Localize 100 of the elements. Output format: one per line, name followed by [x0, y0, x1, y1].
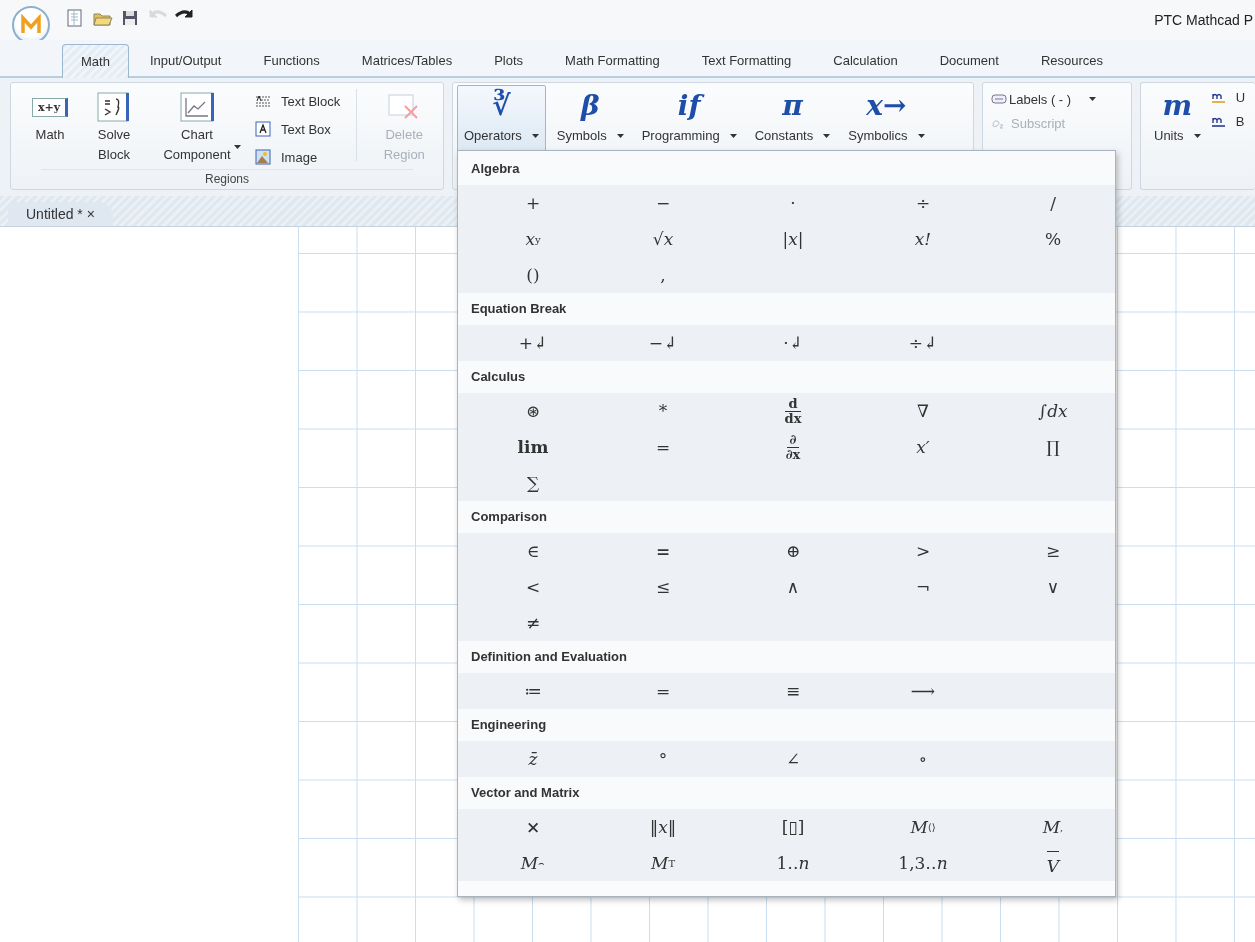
operator-item[interactable]: () — [468, 257, 598, 293]
image-button[interactable]: Image — [255, 145, 341, 169]
window-title: PTC Mathcad P — [1154, 12, 1253, 28]
operator-item[interactable]: ≔ — [468, 673, 598, 709]
operator-item[interactable]: · — [728, 185, 858, 221]
palette-button[interactable]: if Programming — [634, 85, 744, 153]
new-document-icon — [65, 9, 85, 27]
operator-item[interactable]: + — [468, 185, 598, 221]
ribbon-tab[interactable]: Math — [62, 44, 129, 78]
text-box-button[interactable]: Text Box — [255, 117, 341, 141]
section-heading: Vector and Matrix — [458, 777, 1115, 809]
ribbon-tab[interactable]: Resources — [1019, 44, 1125, 76]
operator-item[interactable]: ≤ — [598, 569, 728, 605]
operator-item[interactable]: −↲ — [598, 325, 728, 361]
caret-icon — [616, 133, 624, 138]
operator-item[interactable]: = — [598, 533, 728, 569]
operator-item[interactable]: > — [858, 533, 988, 569]
operator-item[interactable]: ⊕ — [728, 533, 858, 569]
operator-item[interactable]: x! — [858, 221, 988, 257]
operator-item[interactable]: x′ — [858, 429, 988, 465]
operator-item[interactable]: ÷↲ — [858, 325, 988, 361]
palette-button[interactable]: β Symbols — [549, 85, 631, 153]
operator-item[interactable]: M$^{⟨⟩}$ — [858, 809, 988, 845]
operator-item[interactable]: = — [598, 673, 728, 709]
ribbon-tab[interactable]: Matrices/Tables — [340, 44, 474, 76]
subscript-icon — [991, 117, 1005, 129]
caret-icon — [1089, 97, 1097, 101]
caret-icon — [1193, 133, 1201, 138]
line-chart-icon — [179, 92, 215, 122]
vector-item[interactable]: V — [988, 845, 1118, 881]
operator-item[interactable]: ⊛ — [468, 393, 598, 429]
operator-item[interactable]: ∨ — [988, 569, 1118, 605]
solve-block-icon — [96, 92, 132, 122]
operator-item[interactable]: M$^{⌢}$ — [468, 845, 598, 881]
operator-item[interactable]: − — [598, 185, 728, 221]
operator-item[interactable]: ÷ — [858, 185, 988, 221]
operator-item[interactable]: M$^{T}$ — [598, 845, 728, 881]
operator-item[interactable]: ‖x‖ — [598, 809, 728, 845]
operator-item[interactable]: ≥ — [988, 533, 1118, 569]
operator-item[interactable]: 1‥n — [728, 845, 858, 881]
operator-item[interactable]: = — [598, 429, 728, 465]
operator-item[interactable]: * — [598, 393, 728, 429]
text-block-button[interactable]: Text Block — [255, 89, 341, 113]
close-tab-button[interactable]: × — [86, 206, 95, 222]
unit-tool-button[interactable]: B — [1211, 109, 1245, 133]
operator-item[interactable]: / — [988, 185, 1118, 221]
math-region-button[interactable]: x+y Math — [19, 89, 81, 169]
operator-item[interactable]: ∠ — [728, 741, 858, 777]
solve-block-button[interactable]: Solve Block — [83, 89, 145, 169]
palette-button[interactable]: ∛ Operators — [457, 85, 546, 153]
labels-dropdown[interactable]: Labels ( - ) — [991, 87, 1123, 111]
section-heading: Calculus — [458, 361, 1115, 393]
operator-item[interactable]: ∑ — [468, 465, 598, 501]
section-heading: Comparison — [458, 501, 1115, 533]
palette-button[interactable]: π Constants — [747, 85, 838, 153]
operator-item[interactable]: ∧ — [728, 569, 858, 605]
section-heading: Algebra — [458, 153, 1115, 185]
group-label: Regions — [41, 169, 413, 190]
document-title: Untitled * — [26, 206, 83, 222]
operator-item[interactable]: ·↲ — [728, 325, 858, 361]
operator-item[interactable]: < — [468, 569, 598, 605]
ribbon-tab[interactable]: Plots — [473, 44, 545, 76]
operator-item[interactable]: |x| — [728, 221, 858, 257]
operator-item[interactable]: , — [598, 257, 728, 293]
operator-item[interactable]: ⟶ — [858, 673, 988, 709]
operator-item[interactable]: lim — [468, 429, 598, 465]
derivative-item[interactable]: ∂ ∂x — [728, 429, 858, 465]
ribbon-tab[interactable]: Input/Output — [128, 44, 243, 76]
label-tag-icon — [991, 93, 1007, 105]
operator-item[interactable]: × — [468, 809, 598, 845]
operator-item[interactable]: 1,3‥n — [858, 845, 988, 881]
operator-item[interactable]: ∈ — [468, 533, 598, 569]
ribbon-tab[interactable]: Functions — [242, 44, 341, 76]
operator-item[interactable]: ≡ — [728, 673, 858, 709]
palette-button[interactable]: x→ Symbolics — [841, 85, 932, 153]
operator-item[interactable]: x$^{y}$ — [468, 221, 598, 257]
operator-item[interactable]: % — [988, 221, 1118, 257]
ribbon-tab[interactable]: Math Formatting — [544, 44, 681, 76]
chart-component-button[interactable]: Chart Component — [147, 89, 247, 169]
document-tab[interactable]: Untitled * × — [8, 202, 113, 226]
unit-tool-button[interactable]: U — [1211, 85, 1245, 109]
units-button[interactable]: m Units — [1147, 85, 1208, 153]
operator-item[interactable]: z̄ — [468, 741, 598, 777]
operator-item[interactable]: √x — [598, 221, 728, 257]
operator-item[interactable]: ∇ — [858, 393, 988, 429]
redo-icon — [175, 9, 193, 19]
operator-item[interactable]: +↲ — [468, 325, 598, 361]
operator-item[interactable]: ¬ — [858, 569, 988, 605]
operator-item[interactable]: ∫dx — [988, 393, 1118, 429]
operator-item[interactable]: ≠ — [468, 605, 598, 641]
caret-icon — [823, 133, 831, 138]
operator-item[interactable]: [▯] — [728, 809, 858, 845]
operator-item[interactable]: ° — [598, 741, 728, 777]
ribbon-tab[interactable]: Document — [918, 44, 1020, 76]
ribbon-tab[interactable]: Calculation — [812, 44, 919, 76]
m-logo-icon — [20, 14, 42, 36]
ribbon-tab[interactable]: Text Formatting — [680, 44, 813, 76]
operator-item[interactable]: ∘ — [858, 741, 988, 777]
derivative-item[interactable]: d dx — [728, 393, 858, 429]
operator-item[interactable]: ∏ — [988, 429, 1118, 465]
